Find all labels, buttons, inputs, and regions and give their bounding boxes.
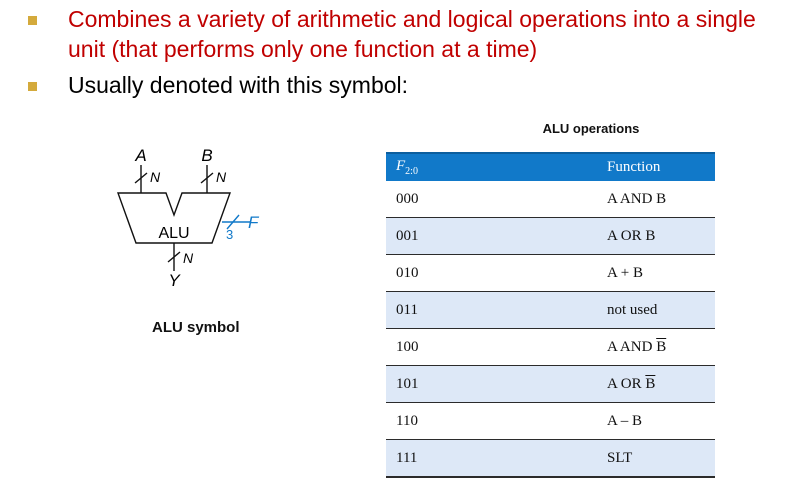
bullet-marker-icon (28, 82, 37, 91)
code-cell: 101 (386, 365, 587, 403)
code-cell: 011 (386, 291, 587, 329)
header-code: F2:0 (386, 152, 587, 181)
input-a-label: A (134, 146, 146, 165)
function-text: A AND (607, 338, 657, 355)
header-code-text: F (396, 158, 406, 174)
function-negated-operand: B (656, 338, 667, 355)
table-row: 110 A – B (386, 402, 715, 440)
bullet-text: Usually denoted with this symbol: (68, 72, 409, 98)
control-label: F (248, 213, 260, 232)
code-cell: 111 (386, 439, 587, 478)
code-cell: 110 (386, 402, 587, 440)
function-cell: A AND B (587, 328, 715, 366)
table-row: 001 A OR B (386, 217, 715, 255)
function-cell: A OR B (587, 365, 715, 403)
function-cell: not used (587, 291, 715, 329)
alu-symbol-caption: ALU symbol (152, 319, 240, 336)
code-cell: 001 (386, 217, 587, 255)
alu-unit-label: ALU (158, 225, 189, 242)
function-cell: A OR B (587, 217, 715, 255)
table-row: 011 not used (386, 291, 715, 329)
input-a-width: N (150, 169, 161, 185)
table-title: ALU operations (542, 121, 640, 136)
function-cell: A AND B (587, 181, 715, 218)
input-b-width: N (216, 169, 227, 185)
function-cell: A – B (587, 402, 715, 440)
table-row: 010 A + B (386, 254, 715, 292)
function-cell: A + B (587, 254, 715, 292)
table-row: 101 A OR B (386, 365, 715, 403)
bullet-item: Usually denoted with this symbol: (28, 70, 778, 100)
control-width: 3 (226, 227, 233, 242)
table-row: 111 SLT (386, 439, 715, 478)
function-text: A OR (607, 375, 646, 392)
output-label: Y (168, 271, 181, 290)
alu-symbol-diagram: A N B N ALU 3 F N Y (117, 146, 260, 290)
table-row: 000 A AND B (386, 181, 715, 218)
alu-operations-table: F2:0 Function 000 A AND B 001 A OR B 010… (386, 152, 715, 478)
header-code-subscript: 2:0 (405, 166, 418, 177)
function-negated-operand: B (645, 375, 656, 392)
function-cell: SLT (587, 439, 715, 478)
header-function: Function (587, 152, 715, 181)
table-header-row: F2:0 Function (386, 152, 715, 181)
input-b-label: B (201, 146, 212, 165)
bullet-text: Combines a variety of arithmetic and log… (68, 6, 756, 62)
bullet-list: Combines a variety of arithmetic and log… (28, 4, 778, 100)
code-cell: 000 (386, 181, 587, 218)
table-row: 100 A AND B (386, 328, 715, 366)
output-width: N (183, 250, 194, 266)
code-cell: 010 (386, 254, 587, 292)
bullet-item: Combines a variety of arithmetic and log… (28, 4, 778, 64)
code-cell: 100 (386, 328, 587, 366)
bullet-marker-icon (28, 16, 37, 25)
